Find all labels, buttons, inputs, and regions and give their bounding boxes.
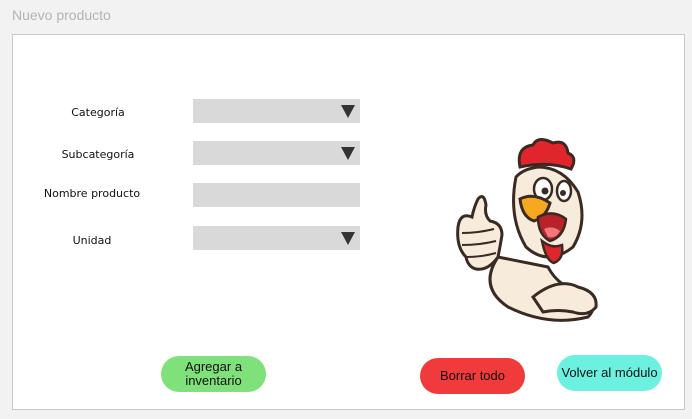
product-name-label: Nombre producto [43, 187, 141, 200]
category-label: Categoría [71, 106, 125, 119]
caret-down-icon [341, 105, 355, 118]
subcategory-label: Subcategoría [61, 148, 135, 161]
chicken-mascot-image [456, 138, 598, 322]
clear-all-button[interactable]: Borrar todo [420, 358, 525, 394]
product-name-field[interactable] [193, 183, 360, 207]
add-to-inventory-button[interactable]: Agregar a inventario [161, 356, 266, 392]
caret-down-icon [341, 232, 355, 245]
subcategory-select[interactable] [193, 141, 360, 165]
caret-down-icon [341, 147, 355, 160]
unit-select[interactable] [193, 226, 360, 250]
window-title: Nuevo producto [12, 7, 111, 23]
back-to-module-button[interactable]: Volver al módulo [557, 355, 662, 391]
category-select[interactable] [193, 99, 360, 123]
unit-label: Unidad [72, 234, 112, 247]
product-form-panel: Categoría Subcategoría Nombre producto U… [12, 34, 685, 410]
product-name-input[interactable] [193, 183, 360, 207]
